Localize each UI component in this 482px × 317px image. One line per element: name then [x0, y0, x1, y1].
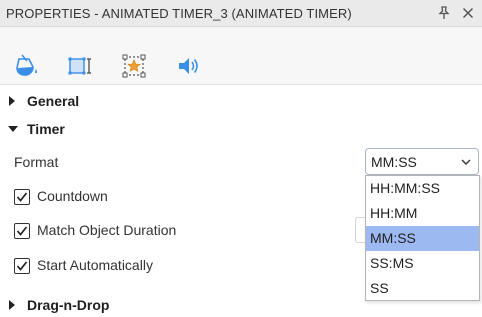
expand-arrow-icon [9, 96, 15, 106]
format-option[interactable]: SS:MS [366, 251, 479, 276]
format-dropdown-list: HH:MM:SS HH:MM MM:SS SS:MS SS [365, 175, 480, 301]
format-option[interactable]: HH:MM [366, 201, 479, 226]
property-tabs [0, 27, 482, 112]
collapse-arrow-icon [8, 126, 18, 132]
format-option[interactable]: SS [366, 276, 479, 301]
autostart-checkbox[interactable] [14, 258, 30, 274]
section-general[interactable]: General [0, 89, 482, 113]
section-dragndrop-label: Drag-n-Drop [27, 297, 110, 313]
format-option[interactable]: HH:MM:SS [366, 176, 479, 201]
tab-size[interactable] [67, 53, 93, 79]
close-icon[interactable] [459, 4, 477, 22]
match-duration-label: Match Object Duration [37, 222, 177, 238]
format-label: Format [14, 154, 59, 170]
checkmark-icon [16, 261, 28, 271]
tab-animation[interactable] [121, 53, 147, 79]
panel-titlebar: PROPERTIES - ANIMATED TIMER_3 (ANIMATED … [0, 0, 482, 27]
countdown-checkbox[interactable] [14, 189, 30, 205]
autostart-label: Start Automatically [37, 257, 153, 273]
panel-title: PROPERTIES - ANIMATED TIMER_3 (ANIMATED … [6, 6, 352, 21]
section-timer[interactable]: Timer [0, 117, 482, 141]
section-general-label: General [27, 93, 80, 109]
format-select[interactable]: MM:SS [365, 148, 479, 175]
speaker-icon [179, 58, 198, 74]
section-timer-label: Timer [27, 121, 65, 137]
format-select-value: MM:SS [371, 154, 417, 170]
countdown-label: Countdown [37, 188, 108, 204]
tab-sound[interactable] [176, 53, 202, 79]
match-duration-checkbox[interactable] [14, 223, 30, 239]
pin-icon[interactable] [435, 4, 453, 22]
expand-arrow-icon [9, 300, 15, 310]
size-position-icon [68, 57, 91, 75]
fill-bucket-icon [16, 54, 37, 76]
checkmark-icon [16, 226, 28, 236]
checkmark-icon [16, 192, 28, 202]
format-option-selected[interactable]: MM:SS [366, 226, 479, 251]
tab-fill[interactable] [13, 53, 39, 79]
star-animation-icon [122, 54, 146, 78]
chevron-down-icon [460, 155, 472, 173]
